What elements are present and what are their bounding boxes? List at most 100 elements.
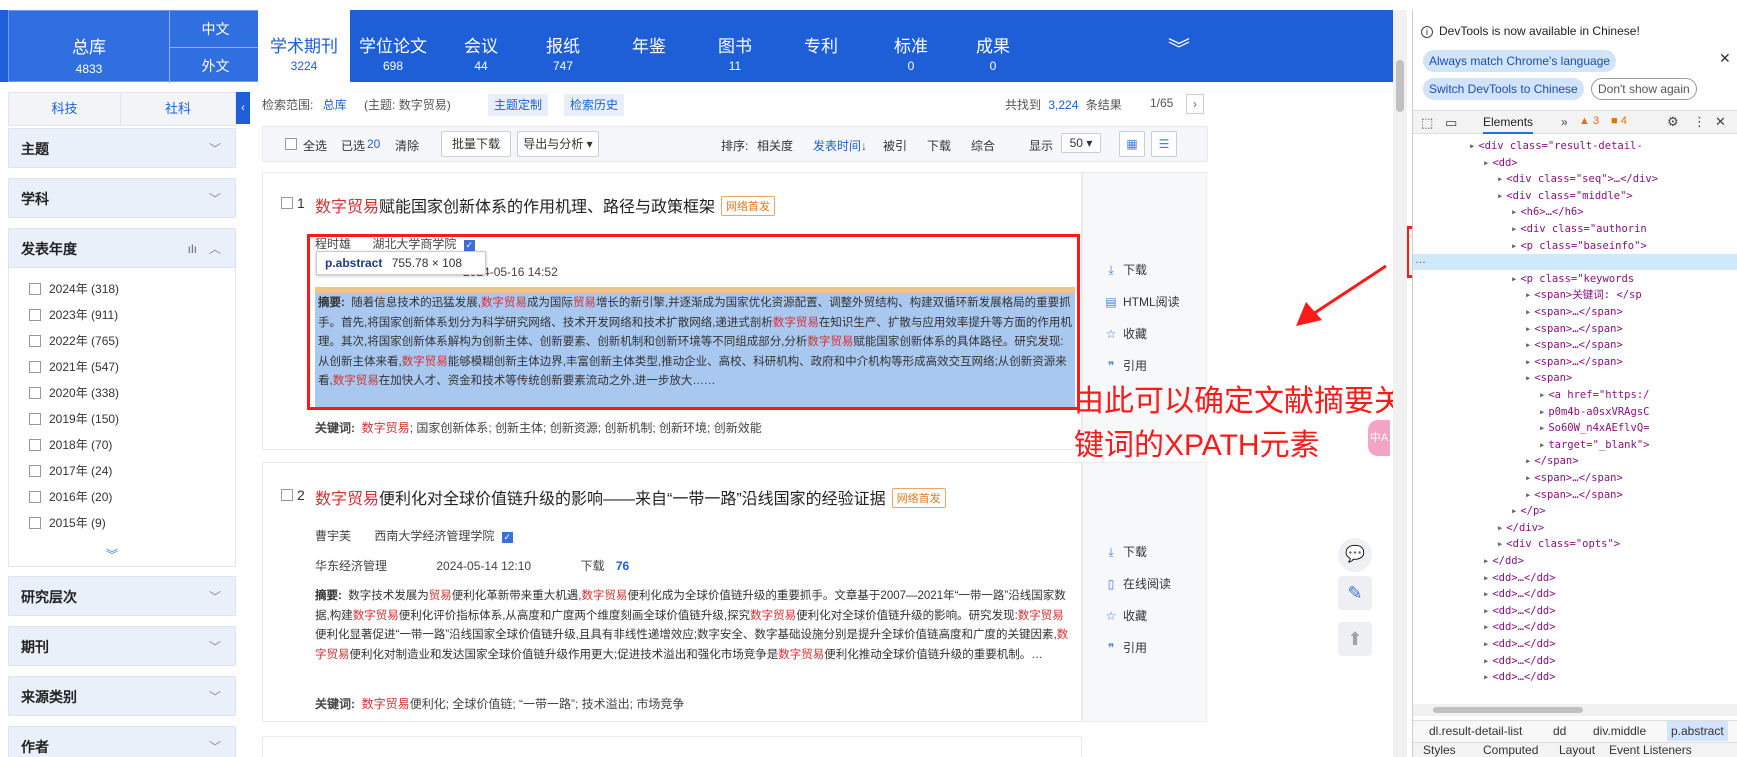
breadcrumb-item[interactable]: dd (1553, 721, 1566, 741)
sort-time[interactable]: 发表时间↓ (813, 137, 867, 154)
expand-chevron-icon[interactable]: ︾ (1168, 32, 1190, 64)
sidebar-section-level[interactable]: 研究层次 ﹀ (8, 576, 236, 616)
year-filter-item[interactable]: 2022年 (765) (29, 332, 119, 350)
scope-value[interactable]: 总库 (323, 98, 347, 112)
styles-tab[interactable]: Event Listeners (1609, 743, 1692, 757)
dom-node[interactable]: ▸ <div class="middle"> (1413, 188, 1633, 204)
year-checkbox[interactable] (29, 387, 41, 399)
expand-triangle-icon[interactable]: ▸ (1525, 455, 1531, 467)
tab-1[interactable]: 学位论文 698 (350, 10, 436, 82)
dom-node[interactable]: ▸ target="_blank"> (1413, 437, 1649, 453)
dom-node[interactable]: ▸ p0m4b-a0sxVRAgsC (1413, 404, 1649, 420)
year-filter-item[interactable]: 2020年 (338) (29, 384, 119, 402)
sidebar-section-topic[interactable]: 主题 ﹀ (8, 128, 236, 168)
year-checkbox[interactable] (29, 517, 41, 529)
year-filter-item[interactable]: 2018年 (70) (29, 436, 112, 454)
expand-triangle-icon[interactable]: ▸ (1525, 323, 1531, 335)
year-filter-item[interactable]: 2019年 (150) (29, 410, 119, 428)
favorite-button[interactable]: ☆ 收藏 (1103, 607, 1147, 624)
styles-tab[interactable]: Layout (1559, 743, 1595, 757)
year-checkbox[interactable] (29, 335, 41, 347)
breadcrumb-item[interactable]: p.abstract (1667, 721, 1728, 741)
dom-node[interactable]: ▸ <a href="https:/ (1413, 387, 1649, 403)
expand-triangle-icon[interactable]: ▸ (1483, 572, 1489, 584)
dom-node[interactable]: ▸ <span>…</span> (1413, 470, 1623, 486)
breadcrumb-item[interactable]: div.middle (1593, 721, 1646, 741)
year-checkbox[interactable] (29, 283, 41, 295)
breadcrumb-item[interactable]: dl.result-detail-list (1429, 721, 1522, 741)
year-checkbox[interactable] (29, 413, 41, 425)
author[interactable]: 曹宇芙 (315, 529, 351, 543)
ellipsis-icon[interactable]: … (1415, 254, 1426, 266)
expand-triangle-icon[interactable]: ▸ (1539, 406, 1545, 418)
device-toolbar-icon[interactable]: ▭ (1445, 115, 1457, 131)
dom-node[interactable]: ▸ <h6>…</h6> (1413, 204, 1584, 220)
settings-gear-icon[interactable]: ⚙ (1667, 114, 1679, 130)
keywords-text[interactable]: 数字贸易; 国家创新体系; 创新主体; 创新资源; 创新机制; 创新环境; 创新… (362, 421, 762, 435)
expand-more-icon[interactable]: ︾ (106, 546, 118, 563)
dom-node[interactable]: ▸ <span>…</span> (1413, 487, 1623, 503)
expand-triangle-icon[interactable]: ▸ (1525, 356, 1531, 368)
dom-node[interactable]: ▸ <div class="opts"> (1413, 536, 1620, 552)
topic-custom-button[interactable]: 主题定制 (488, 94, 549, 116)
dom-node[interactable]: ▸ <dd> (1413, 155, 1518, 171)
expand-triangle-icon[interactable]: ▸ (1525, 339, 1531, 351)
grid-view-icon[interactable]: ▦ (1119, 131, 1145, 157)
close-banner-icon[interactable]: ✕ (1719, 50, 1731, 67)
expand-triangle-icon[interactable]: ▸ (1525, 372, 1531, 384)
sidebar-section-author[interactable]: 作者 ﹀ (8, 726, 236, 757)
list-view-icon[interactable]: ☰ (1151, 131, 1177, 157)
expand-triangle-icon[interactable]: ▸ (1483, 555, 1489, 567)
download-button[interactable]: ⤓ 下载 (1103, 543, 1147, 560)
expand-triangle-icon[interactable]: ▸ (1497, 522, 1503, 534)
online-read-button[interactable]: ▯ 在线阅读 (1103, 575, 1171, 592)
dom-node[interactable]: ▸ <div class="authorin (1413, 221, 1647, 237)
sort-relevance[interactable]: 相关度 (757, 137, 793, 154)
expand-triangle-icon[interactable]: ▸ (1483, 621, 1489, 633)
result-title[interactable]: 数字贸易便利化对全球价值链升级的影响——来自“一带一路”沿线国家的经验证据 网络首… (315, 485, 995, 509)
tab-7[interactable]: 标准 0 (868, 10, 954, 82)
expand-triangle-icon[interactable]: ▸ (1511, 505, 1517, 517)
zongku-button[interactable]: 总库 4833 (9, 11, 169, 83)
expand-triangle-icon[interactable]: ▸ (1525, 472, 1531, 484)
year-filter-item[interactable]: 2023年 (911) (29, 306, 118, 324)
favorite-button[interactable]: ☆ 收藏 (1103, 325, 1147, 342)
result-checkbox[interactable] (281, 489, 293, 501)
expand-triangle-icon[interactable]: ▸ (1497, 538, 1503, 550)
foreign-button[interactable]: 外文 (169, 47, 261, 83)
dom-node[interactable]: ▸ <span>关键词: </sp (1413, 287, 1642, 303)
collapse-sidebar-icon[interactable]: ‹ (236, 92, 250, 124)
dont-show-button[interactable]: Don't show again (1591, 78, 1697, 100)
horizontal-scrollbar[interactable] (1413, 704, 1737, 716)
tab-8[interactable]: 成果 0 (950, 10, 1036, 82)
year-filter-item[interactable]: 2021年 (547) (29, 358, 119, 376)
more-options-icon[interactable]: ⋮ (1693, 114, 1706, 130)
bar-chart-icon[interactable]: ılı (188, 229, 197, 269)
year-filter-item[interactable]: 2016年 (20) (29, 488, 112, 506)
clear-button[interactable]: 清除 (395, 137, 419, 154)
dom-node[interactable]: ▸ <span>…</span> (1413, 337, 1623, 353)
dom-node[interactable]: ▸ <span>…</span> (1413, 354, 1623, 370)
cite-button[interactable]: ❞ 引用 (1103, 357, 1147, 374)
next-page-icon[interactable]: › (1186, 94, 1204, 114)
expand-triangle-icon[interactable]: ▸ (1483, 671, 1489, 683)
dom-node[interactable]: ▸ <dd>…</dd> (1413, 570, 1556, 586)
close-devtools-icon[interactable]: ✕ (1715, 114, 1726, 130)
expand-triangle-icon[interactable]: ▸ (1483, 157, 1489, 169)
dom-node[interactable]: ▸ <p class="keywords (1413, 271, 1634, 287)
affiliation[interactable]: 西南大学经济管理学院 (374, 529, 494, 543)
expand-triangle-icon[interactable]: ▸ (1469, 140, 1475, 152)
back-to-top-icon[interactable]: ⬆ (1338, 622, 1372, 656)
sort-download[interactable]: 下载 (927, 137, 951, 154)
select-all-checkbox[interactable] (285, 138, 297, 150)
expand-triangle-icon[interactable]: ▸ (1525, 489, 1531, 501)
sidebar-section-source[interactable]: 来源类别 ﹀ (8, 676, 236, 716)
dom-node[interactable]: ▸ <dd>…</dd> (1413, 603, 1556, 619)
result-checkbox[interactable] (281, 197, 293, 209)
h-scrollbar-thumb[interactable] (1433, 707, 1583, 713)
expand-triangle-icon[interactable]: ▸ (1497, 173, 1503, 185)
tab-4[interactable]: 年鉴 (606, 10, 692, 82)
expand-triangle-icon[interactable]: ▸ (1511, 273, 1517, 285)
styles-tab[interactable]: Styles (1423, 743, 1456, 757)
sidebar-section-subject[interactable]: 学科 ﹀ (8, 178, 236, 218)
